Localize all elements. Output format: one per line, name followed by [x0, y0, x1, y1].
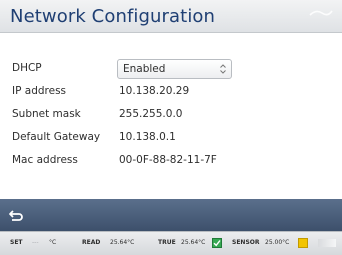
default-gateway-value: 10.138.0.1	[119, 131, 176, 143]
subnet-mask-label: Subnet mask	[12, 108, 81, 120]
navigation-bar	[0, 199, 342, 231]
set-unit: °C	[49, 239, 57, 246]
brand-logo-icon	[309, 10, 333, 16]
ip-address-label: IP address	[12, 85, 67, 97]
mac-address-value: 00-0F-88-82-11-7F	[119, 154, 217, 166]
page-title: Network Configuration	[10, 6, 216, 27]
mac-address-label: Mac address	[12, 154, 78, 166]
dhcp-select[interactable]: Enabled	[117, 59, 232, 79]
dhcp-select-value: Enabled	[123, 63, 166, 75]
read-value: 25.64°C	[110, 239, 135, 246]
back-arrow-icon	[9, 210, 23, 221]
set-value: ---	[32, 239, 39, 246]
set-label: SET	[10, 239, 23, 246]
true-status-indicator	[212, 238, 222, 248]
sensor-label: SENSOR	[232, 239, 260, 246]
dhcp-row: DHCP Enabled	[0, 59, 342, 79]
status-bar: SET --- °C READ 25.64°C TRUE 25.64°C SEN…	[0, 231, 342, 255]
check-icon	[213, 240, 221, 247]
sensor-status-indicator	[298, 238, 308, 248]
default-gateway-row: Default Gateway 10.138.0.1	[0, 128, 342, 148]
ip-address-value: 10.138.20.29	[119, 85, 190, 97]
subnet-mask-row: Subnet mask 255.255.0.0	[0, 105, 342, 125]
back-button[interactable]	[5, 204, 27, 226]
read-label: READ	[82, 239, 101, 246]
true-label: TRUE	[158, 239, 176, 246]
header-bar: Network Configuration	[0, 0, 342, 33]
status-bar-end-cap	[318, 239, 336, 247]
dhcp-label: DHCP	[12, 62, 42, 74]
ip-address-row: IP address 10.138.20.29	[0, 82, 342, 102]
settings-panel: DHCP Enabled IP address 10.138.20.29 Sub…	[0, 34, 342, 199]
mac-address-row: Mac address 00-0F-88-82-11-7F	[0, 151, 342, 171]
subnet-mask-value: 255.255.0.0	[119, 108, 183, 120]
sensor-value: 25.00°C	[265, 239, 290, 246]
up-down-arrows-icon	[220, 64, 226, 74]
true-value: 25.64°C	[181, 239, 206, 246]
default-gateway-label: Default Gateway	[12, 131, 101, 143]
